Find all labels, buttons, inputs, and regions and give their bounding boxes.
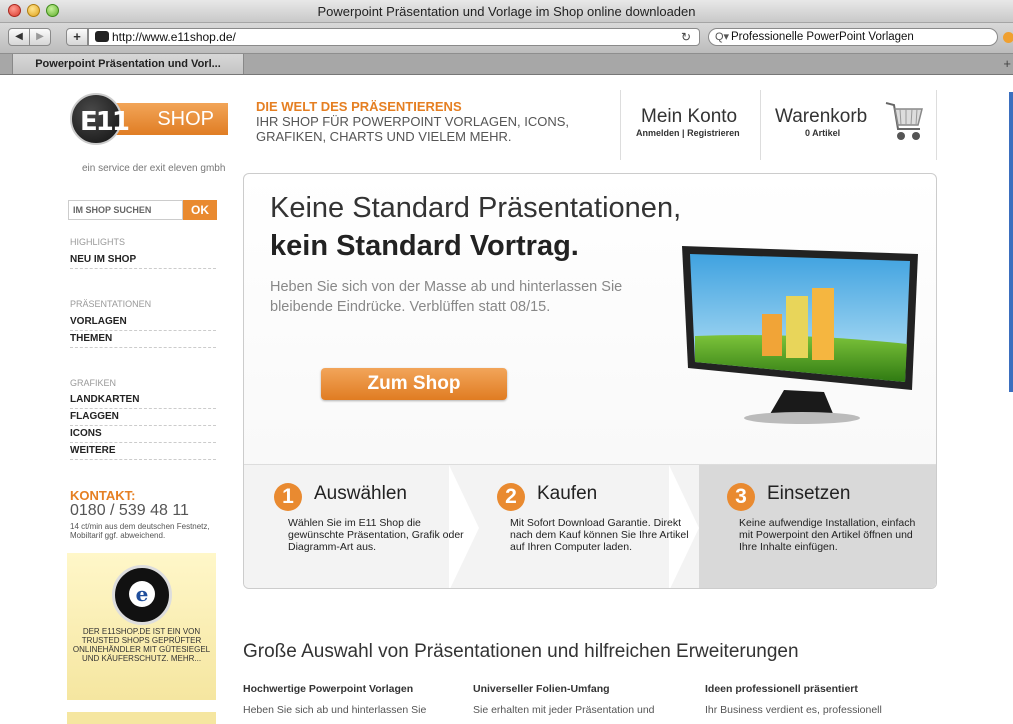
sidebar-heading-praesentationen: PRÄSENTATIONEN (70, 299, 152, 309)
shop-logo[interactable]: SHOP E11 (70, 93, 230, 145)
sidebar-heading-highlights: HIGHLIGHTS (70, 237, 126, 247)
zum-shop-button[interactable]: Zum Shop (321, 368, 507, 400)
reload-icon[interactable]: ↻ (681, 29, 691, 45)
window-titlebar: Powerpoint Präsentation und Vorlage im S… (0, 0, 1013, 23)
sidebar-item-landkarten[interactable]: LANDKARTEN (70, 392, 216, 409)
tab-bar: Powerpoint Präsentation und Vorl... + (0, 54, 1013, 75)
logo-mark-text: E11 (80, 107, 130, 137)
account-separator: | (682, 128, 685, 138)
column1-heading: Hochwertige Powerpoint Vorlagen (243, 683, 414, 695)
column2-heading: Universeller Folien-Umfang (473, 683, 610, 695)
search-field[interactable]: Q▾ Professionelle PowerPoint Vorlagen (708, 28, 998, 46)
hero-title-line1: Keine Standard Präsentationen, (270, 192, 682, 224)
account-title[interactable]: Mein Konto (641, 106, 737, 128)
address-bar[interactable]: http://www.e11shop.de/ ↻ (88, 28, 700, 46)
add-bookmark-button[interactable]: + (66, 28, 88, 46)
sidebar-item-weitere[interactable]: WEITERE (70, 443, 216, 460)
site-favicon-icon (95, 31, 109, 42)
header-divider (760, 90, 761, 160)
column1-text: Heben Sie sich ab und hinterlassen Sie (243, 704, 427, 716)
slogan-title: DIE WELT DES PRÄSENTIERENS (256, 99, 462, 114)
contact-title: KONTAKT: (70, 488, 136, 503)
trusted-shops-badge[interactable]: e DER E11SHOP.DE IST EIN VON TRUSTED SHO… (67, 553, 216, 700)
hero-text: Heben Sie sich von der Masse ab und hint… (270, 279, 623, 315)
slogan-text: IHR SHOP FÜR POWERPOINT VORLAGEN, ICONS,… (256, 114, 570, 144)
scrollbar[interactable] (1009, 92, 1013, 392)
cart-count: 0 Artikel (805, 128, 841, 138)
step1-title: Auswählen (314, 483, 407, 504)
hero-banner: Keine Standard Präsentationen, kein Stan… (243, 173, 937, 589)
sidebar-item-themen[interactable]: THEMEN (70, 331, 216, 348)
shopping-cart-icon[interactable] (884, 99, 926, 144)
step3-title: Einsetzen (767, 483, 851, 504)
header-divider (620, 90, 621, 160)
contact-note: 14 ct/min aus dem deutschen Festnetz, Mo… (70, 522, 210, 540)
search-value: Professionelle PowerPoint Vorlagen (731, 31, 914, 43)
cart-title[interactable]: Warenkorb (775, 106, 867, 128)
tagline: ein service der exit eleven gmbh (82, 163, 226, 174)
search-icon: Q▾ (715, 31, 730, 43)
window-title: Powerpoint Präsentation und Vorlage im S… (317, 4, 696, 19)
step1-number: 1 (274, 483, 302, 511)
browser-toolbar: ◀ ▶ + http://www.e11shop.de/ ↻ Q▾ Profes… (0, 23, 1013, 54)
seal-letter: e (129, 581, 155, 607)
hero-title-line2: kein Standard Vortrag. (270, 230, 579, 262)
back-button[interactable]: ◀ (8, 28, 30, 46)
step2-title: Kaufen (537, 483, 598, 504)
shop-search-button[interactable]: OK (183, 200, 217, 220)
login-link[interactable]: Anmelden (636, 128, 680, 138)
step3-number: 3 (727, 483, 755, 511)
column3-text: Ihr Business verdient es, professionell (705, 704, 882, 716)
step2-text: Mit Sofort Download Garantie. Direkt nac… (510, 517, 689, 553)
contact-phone: 0180 / 539 48 11 (70, 502, 189, 519)
forward-button[interactable]: ▶ (29, 28, 51, 46)
step1-text: Wählen Sie im E11 Shop die gewünschte Pr… (288, 517, 464, 553)
trusted-shops-seal-icon: e (112, 565, 172, 625)
sidebar-item-icons[interactable]: ICONS (70, 426, 216, 443)
step3-text: Keine aufwendige Installation, einfach m… (739, 517, 916, 553)
steps-strip: 1 Auswählen Wählen Sie im E11 Shop die g… (244, 464, 936, 588)
account-links: Anmelden | Registrieren (636, 128, 740, 138)
column2-text: Sie erhalten mit jeder Präsentation und (473, 704, 655, 716)
logo-text: SHOP (114, 103, 228, 135)
trusted-shops-text: DER E11SHOP.DE IST EIN VON TRUSTED SHOPS… (72, 627, 211, 663)
section-title: Große Auswahl von Präsentationen und hil… (243, 641, 799, 662)
snapback-icon[interactable] (1003, 32, 1013, 43)
tab-current[interactable]: Powerpoint Präsentation und Vorl... (12, 54, 244, 74)
shop-search-input[interactable]: IM SHOP SUCHEN (68, 200, 183, 220)
second-badge[interactable] (67, 712, 216, 724)
url-text: http://www.e11shop.de/ (112, 30, 236, 44)
sidebar-item-flaggen[interactable]: FLAGGEN (70, 409, 216, 426)
sidebar-item-neu-im-shop[interactable]: NEU IM SHOP (70, 252, 216, 269)
header-divider (936, 90, 937, 160)
column3-heading: Ideen professionell präsentiert (705, 683, 858, 695)
monitor-illustration-icon (682, 246, 918, 424)
logo-mark: E11 (70, 93, 130, 145)
sidebar-heading-grafiken: GRAFIKEN (70, 378, 117, 388)
sidebar-item-vorlagen[interactable]: VORLAGEN (70, 314, 216, 331)
step2-number: 2 (497, 483, 525, 511)
new-tab-button[interactable]: + (1003, 56, 1011, 71)
register-link[interactable]: Registrieren (687, 128, 740, 138)
